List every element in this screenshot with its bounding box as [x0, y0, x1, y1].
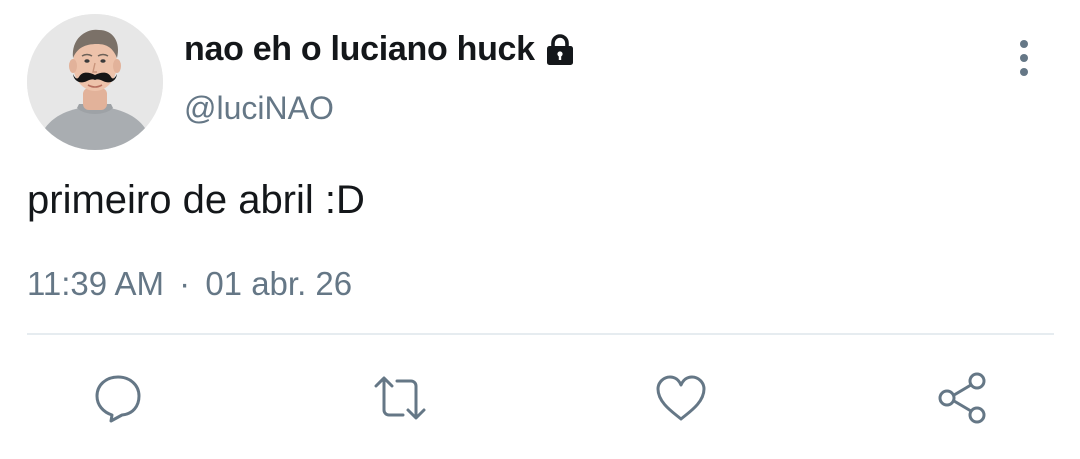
reply-button[interactable]	[90, 370, 146, 426]
tweet-timestamp[interactable]: 11:39 AM · 01 abr. 26	[27, 265, 352, 303]
divider	[27, 333, 1054, 335]
tweet-date: 01 abr. 26	[205, 265, 353, 302]
avatar[interactable]	[27, 14, 163, 150]
more-options-button[interactable]	[1004, 36, 1044, 80]
timestamp-separator: ·	[179, 265, 191, 302]
retweet-arrows-icon	[374, 376, 426, 420]
display-name-row[interactable]: nao eh o luciano huck	[184, 30, 577, 69]
tweet-card: nao eh o luciano huck @luciNAO primeiro …	[0, 0, 1080, 459]
share-button[interactable]	[935, 370, 991, 426]
avatar-image	[27, 14, 163, 150]
share-nodes-icon	[938, 372, 986, 424]
heart-icon	[656, 375, 706, 421]
tweet-time: 11:39 AM	[27, 265, 164, 302]
lock-icon	[543, 33, 577, 67]
tweet-text: primeiro de abril :D	[27, 178, 365, 222]
user-handle[interactable]: @luciNAO	[184, 90, 334, 127]
retweet-button[interactable]	[372, 370, 428, 426]
like-button[interactable]	[653, 370, 709, 426]
more-vertical-icon	[1020, 40, 1028, 76]
speech-bubble-icon	[95, 375, 141, 423]
display-name[interactable]: nao eh o luciano huck	[184, 30, 535, 69]
